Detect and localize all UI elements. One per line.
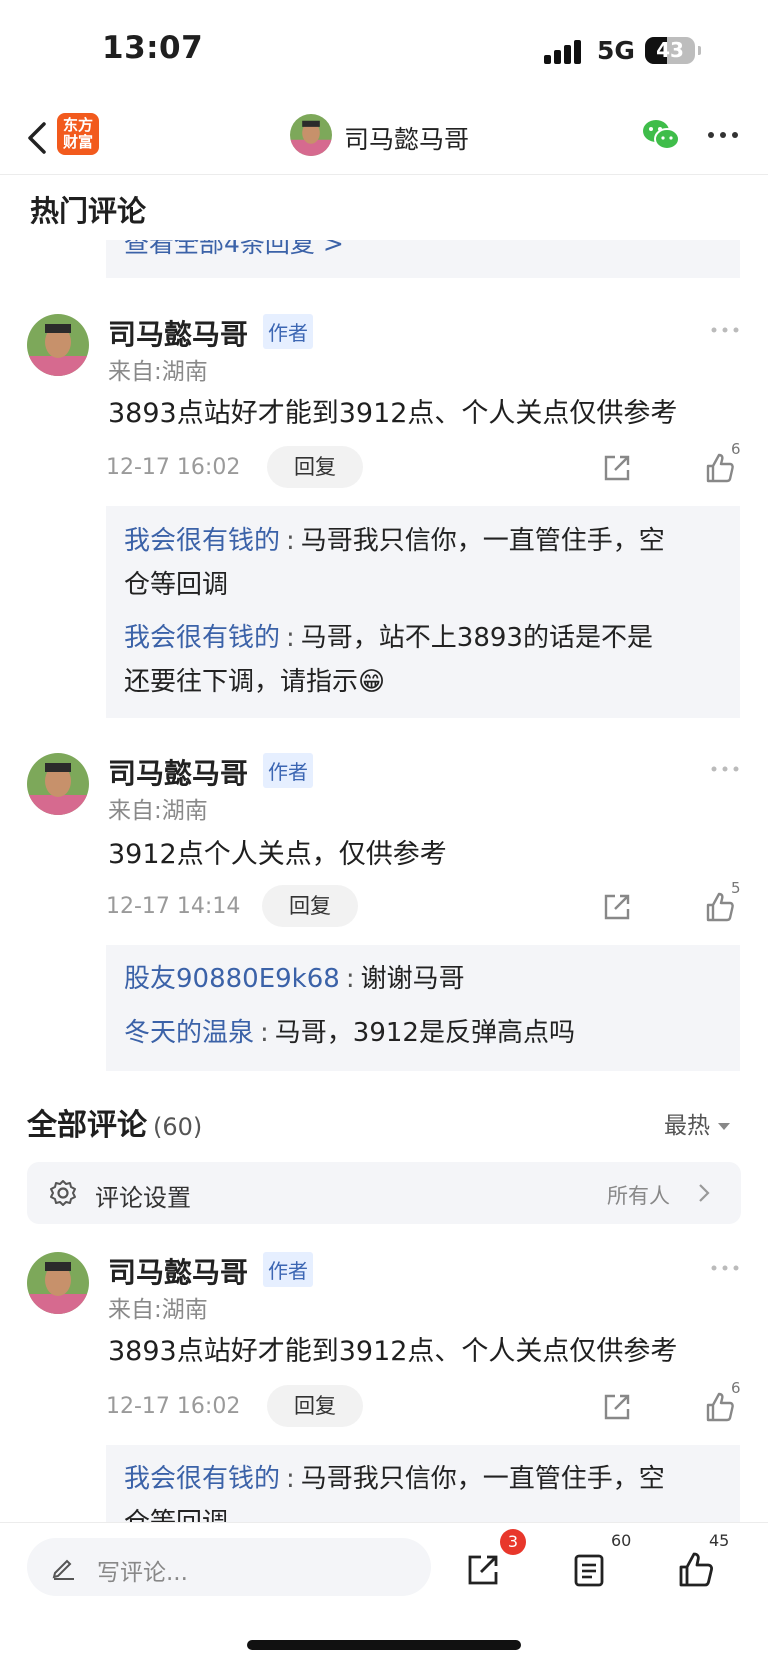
- reply-user[interactable]: 我会很有钱的: [124, 623, 280, 653]
- like-count: 45: [709, 1531, 730, 1550]
- reply-box: 我会很有钱的:马哥我只信你，一直管住手，空 仓等回调: [106, 1445, 740, 1522]
- share-icon[interactable]: [601, 1391, 633, 1423]
- reply-box: 股友90880E9k68: 谢谢马哥 冬天的温泉: 马哥，3912是反弹高点吗: [106, 945, 740, 1071]
- more-icon[interactable]: [705, 120, 741, 150]
- gear-icon: [50, 1180, 76, 1206]
- reply-user[interactable]: 我会很有钱的: [124, 1464, 280, 1494]
- comment-location: 来自:湖南: [108, 1297, 208, 1323]
- reply-user[interactable]: 我会很有钱的: [124, 526, 280, 556]
- share-icon[interactable]: [464, 1551, 502, 1589]
- like-icon[interactable]: [677, 1551, 715, 1589]
- status-time: 13:07: [102, 30, 204, 66]
- share-badge: 3: [500, 1529, 526, 1555]
- hot-comments-title: 热门评论: [30, 194, 147, 228]
- home-indicator[interactable]: [247, 1640, 521, 1650]
- reply-user[interactable]: 冬天的温泉: [124, 1018, 254, 1048]
- pencil-icon: [52, 1559, 74, 1580]
- share-icon[interactable]: [601, 452, 633, 484]
- reply-text: 马哥我只信你，一直管住手，空: [300, 526, 665, 556]
- view-all-replies-text: 查看全部4条回复 >: [124, 240, 344, 258]
- comment-count: 60: [611, 1531, 632, 1550]
- avatar[interactable]: [27, 1252, 89, 1314]
- avatar[interactable]: [27, 314, 89, 376]
- write-comment-input[interactable]: 写评论...: [27, 1538, 431, 1596]
- status-bar: 13:07 5G 43: [0, 0, 768, 100]
- all-comments-title: 全部评论 (60): [27, 1100, 202, 1144]
- wechat-icon[interactable]: [640, 115, 682, 155]
- reply-text: 马哥我只信你，一直管住手，空: [300, 1464, 665, 1494]
- author-badge: 作者: [263, 314, 313, 349]
- nav-header: 东方 财富 司马懿马哥: [0, 100, 768, 175]
- reply-button[interactable]: 回复: [262, 885, 358, 927]
- reply-button[interactable]: 回复: [267, 446, 363, 488]
- avatar[interactable]: [290, 114, 332, 156]
- comment-author[interactable]: 司马懿马哥: [108, 752, 248, 792]
- comment-text: 3912点个人关点，仅供参考: [108, 839, 447, 870]
- settings-value: 所有人: [607, 1184, 670, 1208]
- sort-dropdown[interactable]: 最热: [664, 1106, 730, 1140]
- avatar[interactable]: [27, 753, 89, 815]
- reply-item: 冬天的温泉: 马哥，3912是反弹高点吗: [124, 1018, 575, 1048]
- app-logo-line2: 财富: [62, 133, 93, 151]
- more-icon[interactable]: [710, 764, 740, 774]
- battery-level: 43: [656, 38, 684, 62]
- back-arrow-icon[interactable]: [22, 118, 52, 158]
- like-count: 6: [731, 440, 741, 458]
- reply-button[interactable]: 回复: [267, 1385, 363, 1427]
- reply-text-cont: 还要往下调，请指示😁: [124, 667, 386, 697]
- comment-list-icon[interactable]: [570, 1551, 608, 1589]
- write-comment-placeholder: 写评论...: [97, 1560, 188, 1586]
- reply-text: 马哥，站不上3893的话是不是: [300, 623, 653, 653]
- reply-box: 我会很有钱的: 马哥我只信你，一直管住手，空 仓等回调 我会很有钱的: 马哥，站不上…: [106, 506, 740, 718]
- comment-text: 3893点站好才能到3912点、个人关点仅供参考: [108, 1336, 678, 1367]
- app-logo-line1: 东方: [62, 116, 93, 134]
- all-comments-count: (60): [153, 1113, 203, 1141]
- comment-time: 12-17 16:02: [106, 1394, 241, 1419]
- share-icon[interactable]: [601, 891, 633, 923]
- comment-location: 来自:湖南: [108, 798, 208, 824]
- comment-location: 来自:湖南: [108, 359, 208, 385]
- reply-item: 股友90880E9k68: 谢谢马哥: [124, 964, 465, 994]
- more-icon[interactable]: [710, 1263, 740, 1273]
- author-badge: 作者: [263, 1252, 313, 1287]
- comment-text: 3893点站好才能到3912点、个人关点仅供参考: [108, 398, 678, 429]
- reply-text: 谢谢马哥: [360, 964, 465, 994]
- like-count: 5: [731, 879, 741, 897]
- network-label: 5G: [597, 36, 635, 65]
- sort-label: 最热: [664, 1113, 710, 1139]
- reply-text: 马哥，3912是反弹高点吗: [274, 1018, 575, 1048]
- reply-item: 我会很有钱的: 马哥我只信你，一直管住手，空: [124, 526, 665, 556]
- more-icon[interactable]: [710, 325, 740, 335]
- settings-label: 评论设置: [95, 1184, 191, 1212]
- comment-time: 12-17 14:14: [106, 894, 241, 919]
- comment-author[interactable]: 司马懿马哥: [108, 313, 248, 353]
- page-title: 司马懿马哥: [344, 125, 470, 154]
- view-all-replies-link[interactable]: 查看全部4条回复 >: [106, 240, 740, 278]
- all-comments-label: 全部评论: [27, 1108, 147, 1143]
- reply-item: 我会很有钱的: 马哥我只信你，一直管住手，空: [124, 1464, 665, 1494]
- comment-author[interactable]: 司马懿马哥: [108, 1251, 248, 1291]
- app-logo[interactable]: 东方 财富: [57, 113, 99, 155]
- reply-item: 我会很有钱的: 马哥，站不上3893的话是不是: [124, 623, 653, 653]
- reply-text-cont: 仓等回调: [124, 1501, 228, 1522]
- chevron-down-icon: [718, 1123, 730, 1130]
- signal-icon: [544, 40, 584, 64]
- reply-user[interactable]: 股友90880E9k68: [124, 964, 340, 994]
- chevron-right-icon: [699, 1184, 710, 1202]
- comment-settings-bar[interactable]: 评论设置 所有人: [27, 1162, 741, 1224]
- reply-text-cont: 仓等回调: [124, 570, 229, 600]
- battery-icon: 43: [645, 37, 701, 64]
- comment-time: 12-17 16:02: [106, 455, 241, 480]
- like-count: 6: [731, 1379, 741, 1397]
- author-badge: 作者: [263, 753, 313, 788]
